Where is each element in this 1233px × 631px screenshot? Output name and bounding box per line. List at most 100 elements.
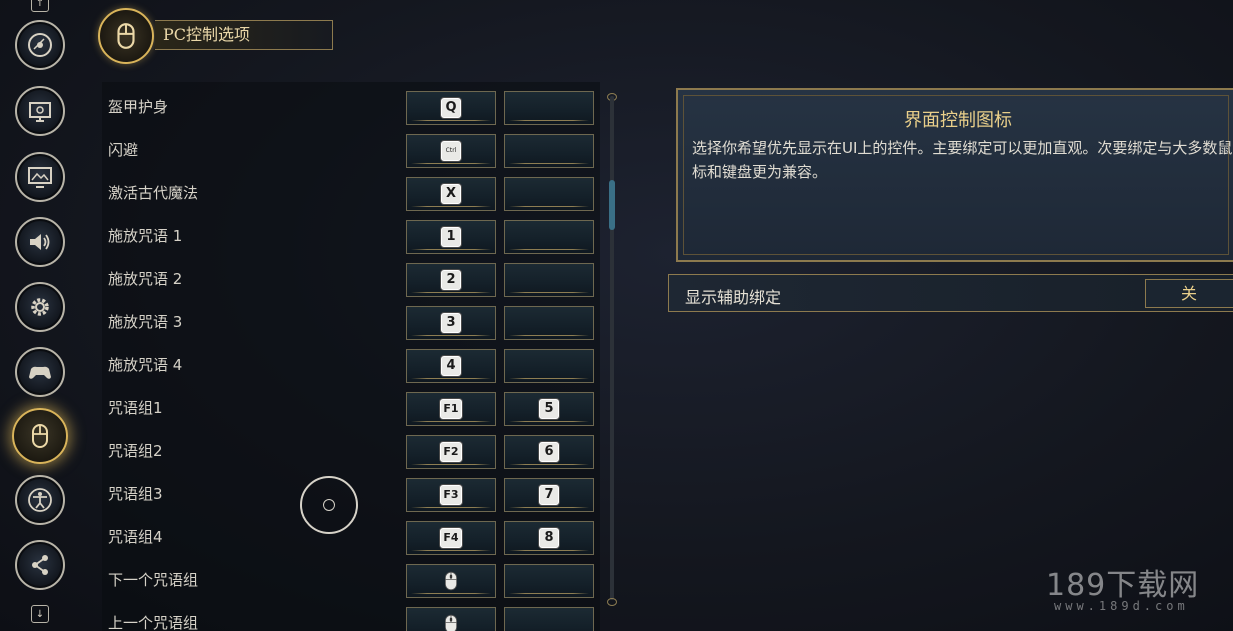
- secondary-binding-slot[interactable]: [504, 263, 594, 297]
- scrollbar-thumb[interactable]: [609, 180, 615, 230]
- watermark: 189下载网: [1046, 568, 1200, 603]
- sidebar-item-audio[interactable]: [15, 217, 65, 267]
- sidebar-item-controller[interactable]: [15, 347, 65, 397]
- binding-action-label: 施放咒语 2: [108, 270, 183, 288]
- disc-icon: [28, 33, 52, 57]
- binding-list: 盔甲护身 Q 闪避 Ctrl 激活古代魔法 X 施放咒语 1 1 施放咒语 2 …: [102, 82, 600, 631]
- binding-row[interactable]: 施放咒语 2 2: [102, 256, 600, 299]
- secondary-binding-slot[interactable]: [504, 91, 594, 125]
- binding-action-label: 咒语组4: [108, 528, 163, 546]
- binding-row[interactable]: 下一个咒语组: [102, 557, 600, 600]
- secondary-binding-slot[interactable]: [504, 349, 594, 383]
- monitor-image-icon: [28, 167, 52, 188]
- keycap: F2: [440, 442, 462, 462]
- primary-binding-slot[interactable]: Q: [406, 91, 496, 125]
- binding-action-label: 施放咒语 3: [108, 313, 183, 331]
- sidebar-item-settings[interactable]: [15, 282, 65, 332]
- watermark-url: www.189d.com: [1054, 599, 1189, 613]
- show-secondary-bindings-row[interactable]: 显示辅助绑定 关: [668, 274, 1233, 312]
- primary-binding-slot[interactable]: [406, 564, 496, 598]
- binding-row[interactable]: 盔甲护身 Q: [102, 84, 600, 127]
- primary-binding-slot[interactable]: Ctrl: [406, 134, 496, 168]
- binding-row[interactable]: 施放咒语 1 1: [102, 213, 600, 256]
- mouse-scroll-icon: [445, 571, 457, 591]
- keycap: 6: [539, 442, 559, 462]
- primary-binding-slot[interactable]: [406, 607, 496, 631]
- binding-row[interactable]: 咒语组1 F1 5: [102, 385, 600, 428]
- keycap: F3: [440, 485, 462, 505]
- primary-binding-slot[interactable]: F2: [406, 435, 496, 469]
- scroll-down-icon[interactable]: ↓: [31, 605, 49, 623]
- keycap: 4: [441, 356, 461, 376]
- secondary-binding-slot[interactable]: [504, 220, 594, 254]
- secondary-binding-slot[interactable]: [504, 306, 594, 340]
- keycap: 8: [539, 528, 559, 548]
- binding-row[interactable]: 闪避 Ctrl: [102, 127, 600, 170]
- binding-row[interactable]: 咒语组2 F2 6: [102, 428, 600, 471]
- keycap: 7: [539, 485, 559, 505]
- sidebar: ↑ ↓: [0, 0, 82, 631]
- binding-action-label: 上一个咒语组: [108, 614, 199, 631]
- display-icon: [29, 102, 51, 122]
- info-title: 界面控制图标: [904, 110, 1012, 131]
- keycap: X: [441, 184, 461, 204]
- primary-binding-slot[interactable]: X: [406, 177, 496, 211]
- binding-action-label: 咒语组1: [108, 399, 163, 417]
- keycap: F1: [440, 399, 462, 419]
- cursor-dot: [323, 499, 335, 511]
- gamepad-icon: [29, 366, 51, 379]
- accessibility-icon: [28, 488, 52, 512]
- secondary-binding-slot[interactable]: 5: [504, 392, 594, 426]
- secondary-binding-slot[interactable]: [504, 177, 594, 211]
- sidebar-item-monitor[interactable]: [15, 152, 65, 202]
- primary-binding-slot[interactable]: 2: [406, 263, 496, 297]
- keycap: 2: [441, 270, 461, 290]
- binding-action-label: 盔甲护身: [108, 98, 169, 116]
- primary-binding-slot[interactable]: 3: [406, 306, 496, 340]
- keycap: Q: [441, 98, 461, 118]
- gear-icon: [31, 298, 49, 316]
- sidebar-item-accessibility[interactable]: [15, 475, 65, 525]
- primary-binding-slot[interactable]: F4: [406, 521, 496, 555]
- mouse-icon: [32, 424, 48, 448]
- primary-binding-slot[interactable]: F1: [406, 392, 496, 426]
- secondary-binding-slot[interactable]: 8: [504, 521, 594, 555]
- sidebar-item-mouse-keyboard[interactable]: [12, 408, 68, 464]
- scroll-up-icon[interactable]: ↑: [31, 0, 49, 12]
- mouse-scroll-icon: [445, 614, 457, 631]
- keycap: 5: [539, 399, 559, 419]
- toggle-label: 显示辅助绑定: [685, 288, 782, 307]
- primary-binding-slot[interactable]: 4: [406, 349, 496, 383]
- scrollbar-bottom-cap: [607, 598, 617, 606]
- binding-row[interactable]: 上一个咒语组: [102, 600, 600, 631]
- info-panel: 界面控制图标 选择你希望优先显示在UI上的控件。主要绑定可以更加直观。次要绑定与…: [676, 88, 1233, 262]
- sidebar-item-display[interactable]: [15, 86, 65, 136]
- binding-row[interactable]: 激活古代魔法 X: [102, 170, 600, 213]
- secondary-binding-slot[interactable]: [504, 134, 594, 168]
- keycap: F4: [440, 528, 462, 548]
- binding-action-label: 施放咒语 4: [108, 356, 183, 374]
- scrollbar-track[interactable]: [610, 96, 614, 600]
- binding-action-label: 激活古代魔法: [108, 184, 199, 202]
- primary-binding-slot[interactable]: F3: [406, 478, 496, 512]
- toggle-value-button[interactable]: 关: [1145, 279, 1233, 308]
- binding-row[interactable]: 施放咒语 3 3: [102, 299, 600, 342]
- primary-binding-slot[interactable]: 1: [406, 220, 496, 254]
- secondary-binding-slot[interactable]: [504, 607, 594, 631]
- binding-action-label: 闪避: [108, 141, 139, 159]
- keycap: Ctrl: [441, 141, 461, 161]
- speaker-icon: [30, 234, 50, 250]
- share-icon: [32, 555, 48, 575]
- sidebar-item-disc[interactable]: [15, 20, 65, 70]
- secondary-binding-slot[interactable]: [504, 564, 594, 598]
- header-mouse-icon: [98, 8, 154, 64]
- binding-row[interactable]: 施放咒语 4 4: [102, 342, 600, 385]
- keycap: 1: [441, 227, 461, 247]
- binding-action-label: 施放咒语 1: [108, 227, 183, 245]
- info-description: 选择你希望优先显示在UI上的控件。主要绑定可以更加直观。次要绑定与大多数鼠标和键…: [692, 139, 1233, 181]
- binding-action-label: 下一个咒语组: [108, 571, 199, 589]
- secondary-binding-slot[interactable]: 6: [504, 435, 594, 469]
- sidebar-item-network[interactable]: [15, 540, 65, 590]
- page-title: PC控制选项: [155, 20, 333, 50]
- secondary-binding-slot[interactable]: 7: [504, 478, 594, 512]
